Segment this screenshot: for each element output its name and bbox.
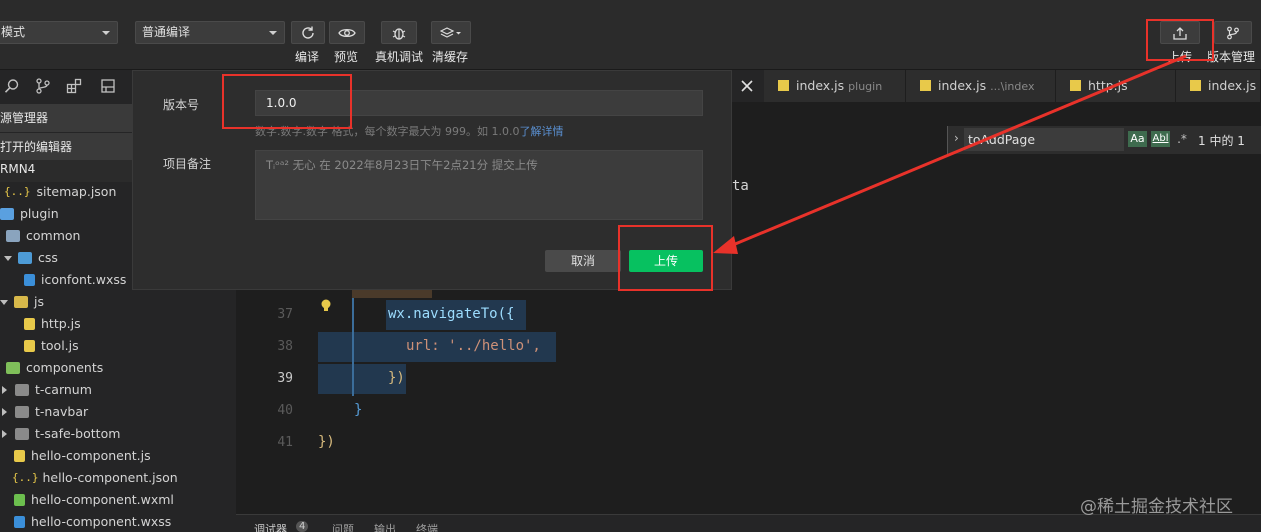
watermark: @稀土掘金技术社区 — [1080, 497, 1233, 517]
annotation-arrow — [713, 54, 1187, 254]
